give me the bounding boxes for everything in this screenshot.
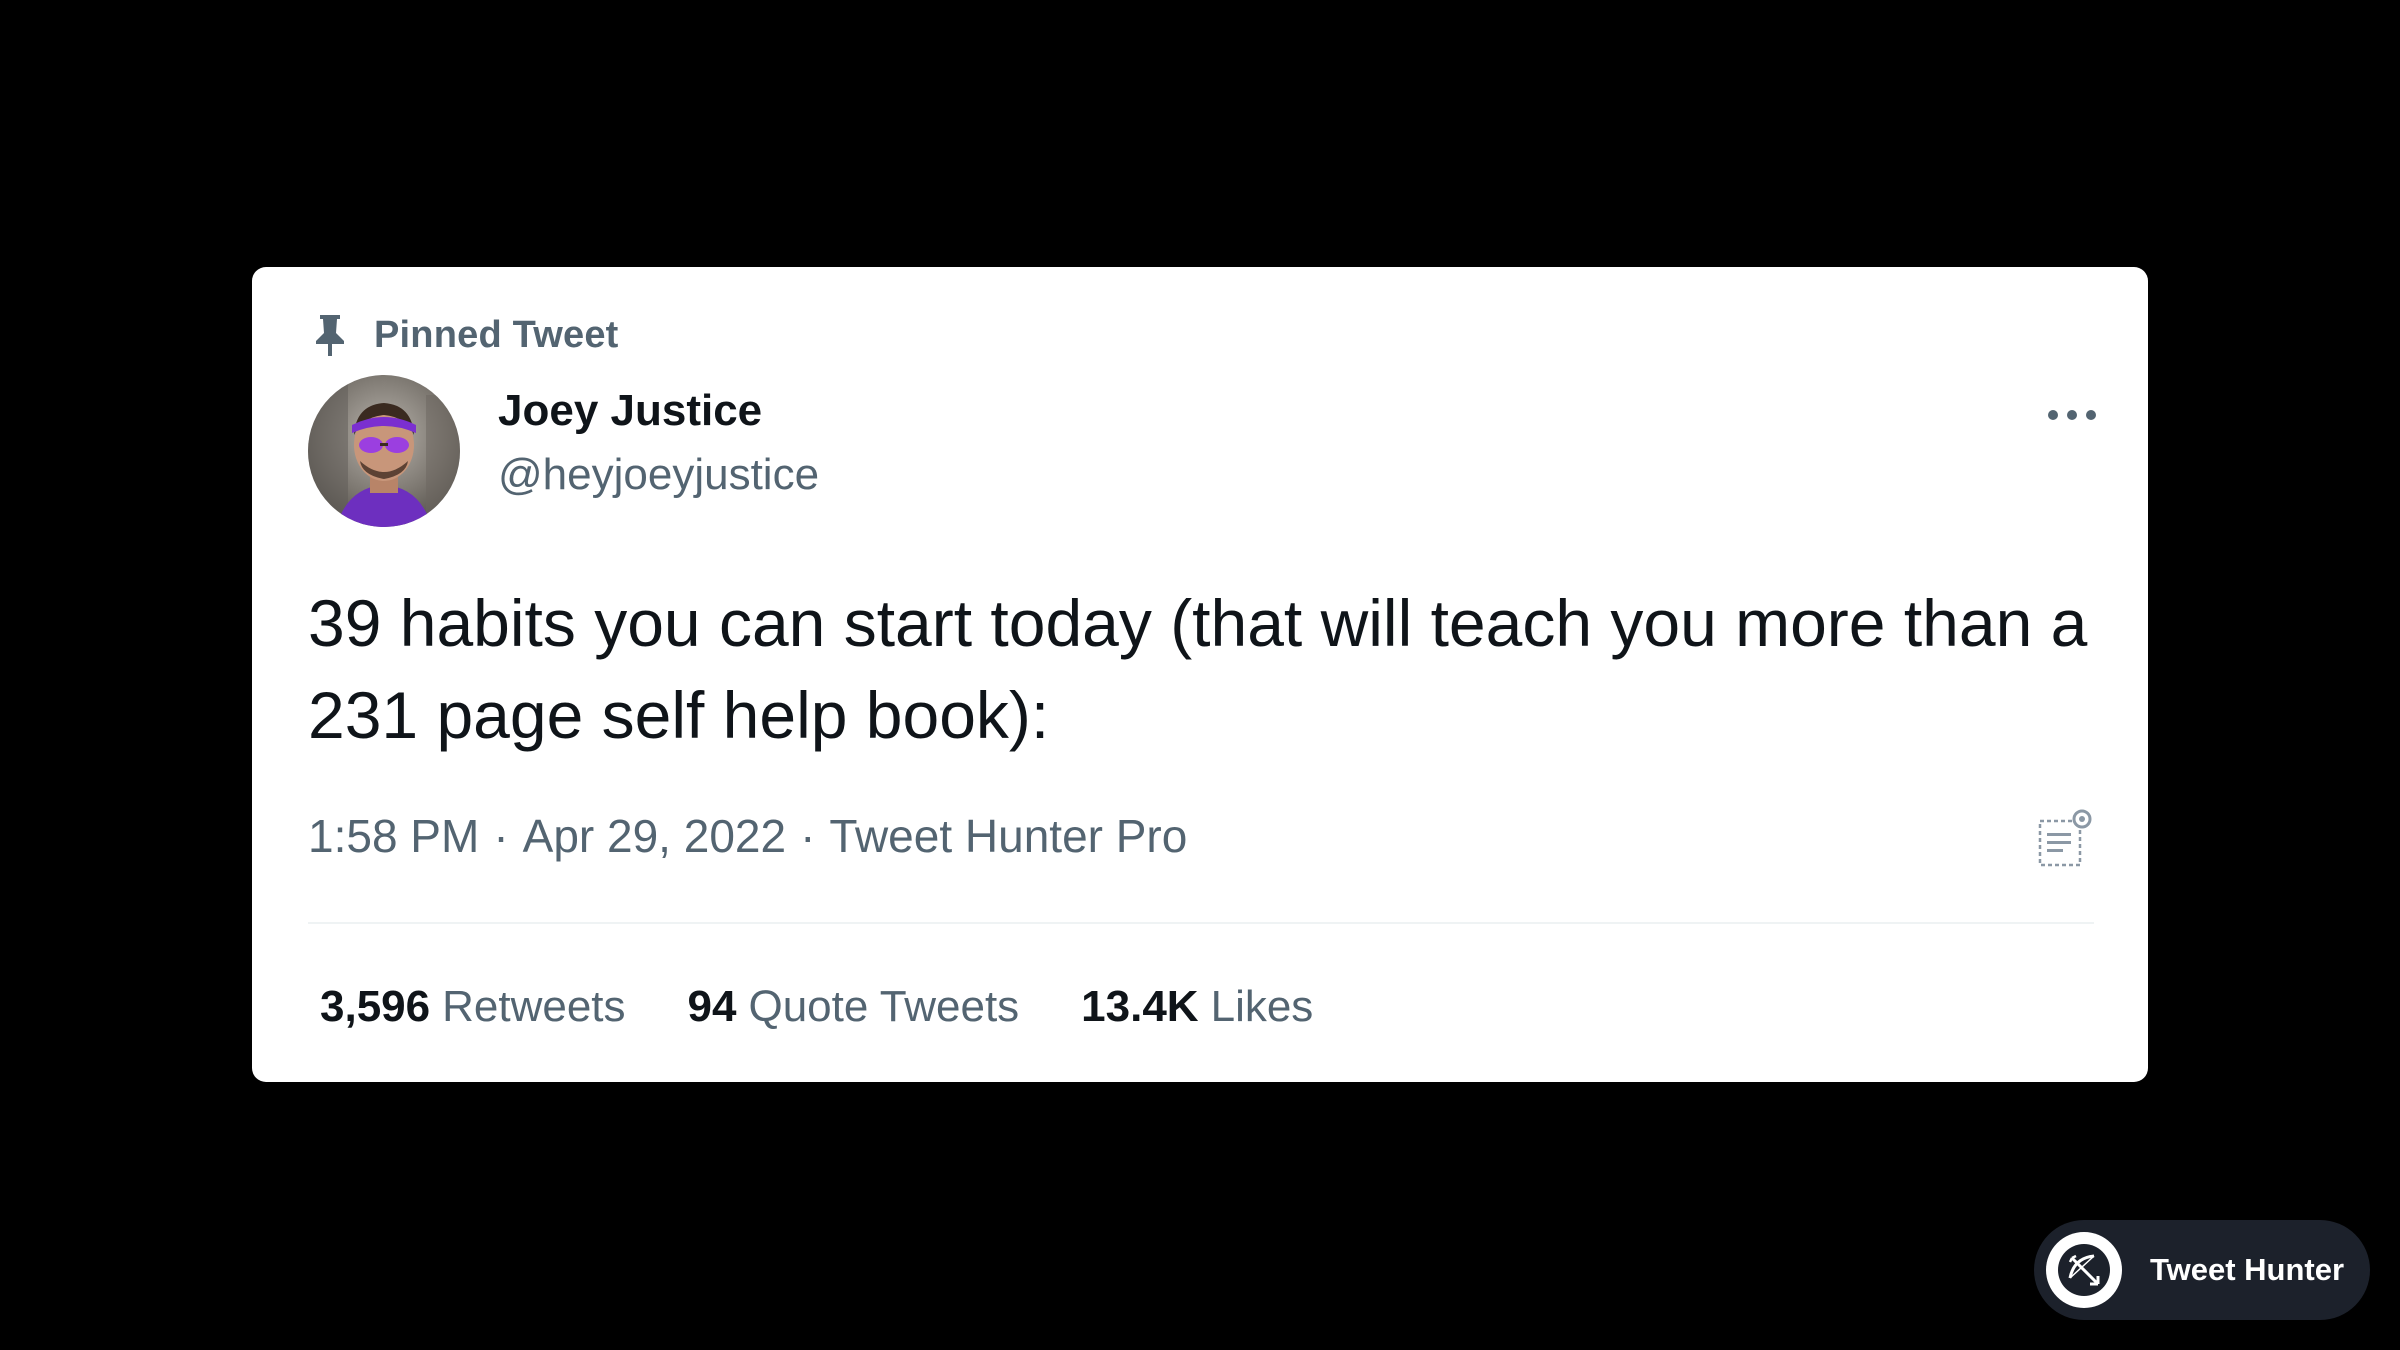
author-name[interactable]: Joey Justice	[498, 385, 819, 437]
likes-stat[interactable]: 13.4K Likes	[1081, 979, 1313, 1035]
analytics-icon[interactable]	[2034, 807, 2098, 871]
pinned-indicator: Pinned Tweet	[308, 313, 619, 357]
likes-count: 13.4K	[1081, 982, 1199, 1031]
tweet-card[interactable]: Pinned Tweet Joey Justice @heyjoeyjustic…	[252, 267, 2148, 1082]
meta-separator: ·	[493, 810, 509, 862]
avatar[interactable]	[308, 375, 460, 527]
quote-tweets-count: 94	[687, 982, 737, 1031]
more-horizontal-icon	[2047, 408, 2097, 426]
brand-name: Tweet Hunter	[2150, 1252, 2345, 1287]
divider	[308, 922, 2094, 924]
pin-icon	[308, 313, 352, 357]
author-handle[interactable]: @heyjoeyjustice	[498, 449, 819, 501]
tweet-text: 39 habits you can start today (that will…	[308, 586, 2088, 752]
screenshot-canvas: Pinned Tweet Joey Justice @heyjoeyjustic…	[0, 0, 2400, 1350]
retweets-label: Retweets	[442, 982, 626, 1031]
tweet-date[interactable]: Apr 29, 2022	[523, 807, 786, 865]
retweets-stat[interactable]: 3,596 Retweets	[320, 979, 626, 1035]
likes-label: Likes	[1210, 982, 1314, 1031]
tweet-meta: 1:58 PM · Apr 29, 2022 · Tweet Hunter Pr…	[308, 807, 1187, 865]
bow-arrow-icon	[2046, 1232, 2122, 1308]
meta-separator: ·	[800, 810, 816, 862]
tweet-source[interactable]: Tweet Hunter Pro	[829, 807, 1187, 865]
quote-tweets-label: Quote Tweets	[748, 982, 1020, 1031]
pinned-label: Pinned Tweet	[374, 313, 619, 356]
tweet-time[interactable]: 1:58 PM	[308, 807, 479, 865]
author-block[interactable]: Joey Justice @heyjoeyjustice	[498, 385, 819, 501]
retweets-count: 3,596	[320, 982, 431, 1031]
tweet-stats: 3,596 Retweets 94 Quote Tweets 13.4K Likes	[320, 979, 1375, 1035]
tweet-hunter-badge[interactable]: Tweet Hunter	[2034, 1220, 2370, 1320]
more-options-button[interactable]	[2042, 397, 2102, 437]
quote-tweets-stat[interactable]: 94 Quote Tweets	[688, 979, 1020, 1035]
